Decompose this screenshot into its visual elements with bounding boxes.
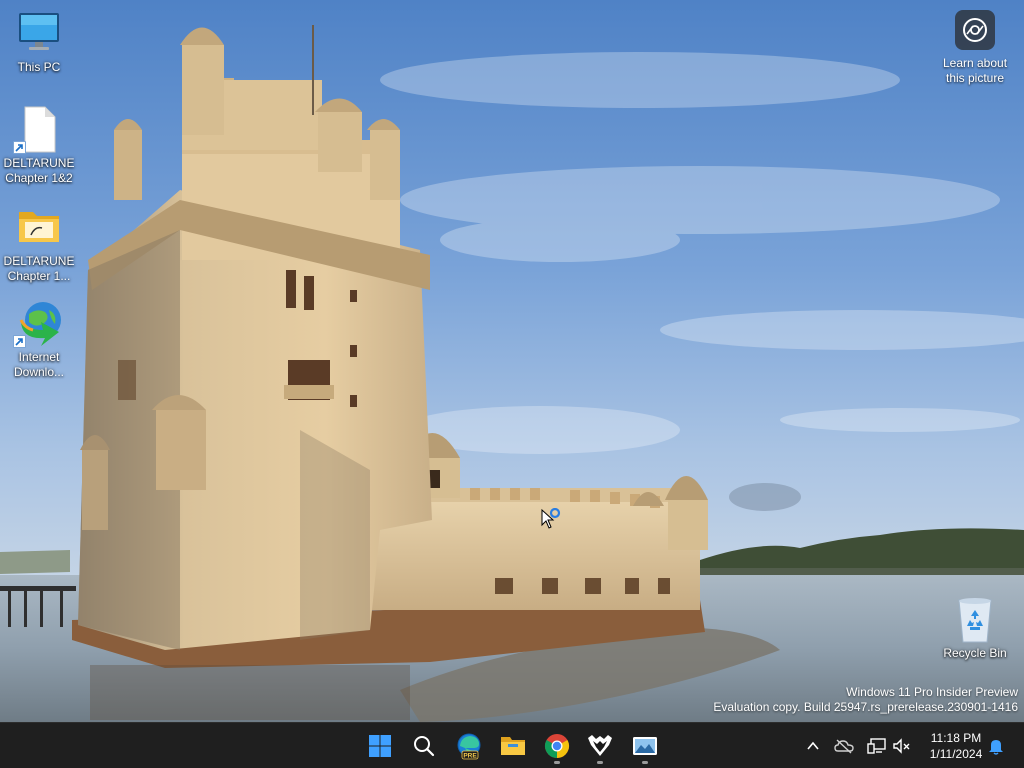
desktop-icon-label-line2: Chapter 1&2 (5, 171, 73, 185)
running-indicator (642, 761, 648, 764)
windows-start-icon (369, 735, 391, 757)
search-button[interactable] (406, 728, 442, 764)
deltarune-button[interactable] (582, 728, 618, 764)
notification-center-button[interactable] (985, 735, 1007, 757)
clock-time: 11:18 PM (930, 731, 982, 745)
photos-button[interactable] (627, 728, 663, 764)
monitor-icon (15, 10, 63, 58)
desktop-wallpaper (0, 0, 1024, 722)
clock-date: 1/11/2024 (929, 747, 983, 761)
desktop-icon-label-line2: Downlo... (13, 365, 65, 379)
desktop-icon-label: Recycle Bin (943, 646, 1007, 660)
photos-icon (633, 737, 657, 755)
search-icon (414, 736, 435, 757)
volume-muted-icon (893, 738, 910, 754)
network-tray-button[interactable] (866, 735, 888, 757)
learn-about-picture-button[interactable]: Learn about this picture (934, 10, 1016, 86)
chrome-button[interactable] (539, 728, 575, 764)
folder-icon (15, 204, 63, 252)
deltarune-heart-icon (588, 735, 612, 756)
chrome-icon (544, 734, 570, 758)
shortcut-arrow-icon (13, 141, 26, 154)
blank-file-icon (13, 106, 63, 154)
mouse-cursor-busy-icon (540, 507, 564, 537)
desktop-icon-label-line1: DELTARUNE (3, 156, 75, 170)
desktop-icon-label: This PC (17, 60, 61, 74)
desktop-icon-label-line1: DELTARUNE (3, 254, 75, 268)
watermark-line1: Windows 11 Pro Insider Preview (846, 685, 1018, 699)
taskbar-clock[interactable]: 11:18 PM 1/11/2024 (918, 730, 994, 762)
internet-download-manager-icon (13, 300, 63, 348)
start-button[interactable] (362, 728, 398, 764)
taskbar: PRE 11:18 PM 1/11/2024 (0, 722, 1024, 768)
bell-icon (989, 740, 1003, 755)
file-explorer-icon (501, 737, 525, 755)
chevron-up-icon (807, 741, 819, 750)
desktop-icon-deltarune-chapter-1-2[interactable]: DELTARUNE Chapter 1&2 (1, 106, 77, 186)
desktop-icon-recycle-bin[interactable]: Recycle Bin (937, 596, 1013, 661)
running-indicator (554, 761, 560, 764)
network-icon (867, 738, 886, 754)
desktop-icon-internet-download-manager[interactable]: Internet Downlo... (1, 300, 77, 380)
windows-build-watermark: Windows 11 Pro Insider Preview Evaluatio… (713, 685, 1018, 715)
watermark-line2: Evaluation copy. Build 25947.rs_prerelea… (713, 700, 1018, 714)
desktop-icon-this-pc[interactable]: This PC (1, 10, 77, 75)
recycle-bin-icon (951, 596, 999, 644)
edge-preview-button[interactable]: PRE (451, 728, 487, 764)
running-indicator (597, 761, 603, 764)
camera-lens-icon (955, 10, 995, 50)
edge-pre-icon: PRE (457, 733, 481, 760)
onedrive-cloud-icon (834, 739, 854, 754)
learn-about-label-line1: Learn about (942, 56, 1008, 70)
desktop-icon-label-line1: Internet (18, 350, 60, 364)
show-hidden-icons-button[interactable] (802, 735, 824, 757)
learn-about-label-line2: this picture (945, 71, 1005, 85)
volume-tray-button[interactable] (891, 735, 913, 757)
shortcut-arrow-icon (13, 335, 26, 348)
desktop-icon-deltarune-chapter-1-folder[interactable]: DELTARUNE Chapter 1... (1, 204, 77, 284)
svg-text:PRE: PRE (463, 753, 477, 760)
desktop-icon-label-line2: Chapter 1... (7, 269, 71, 283)
onedrive-tray-button[interactable] (833, 735, 855, 757)
file-explorer-button[interactable] (495, 728, 531, 764)
